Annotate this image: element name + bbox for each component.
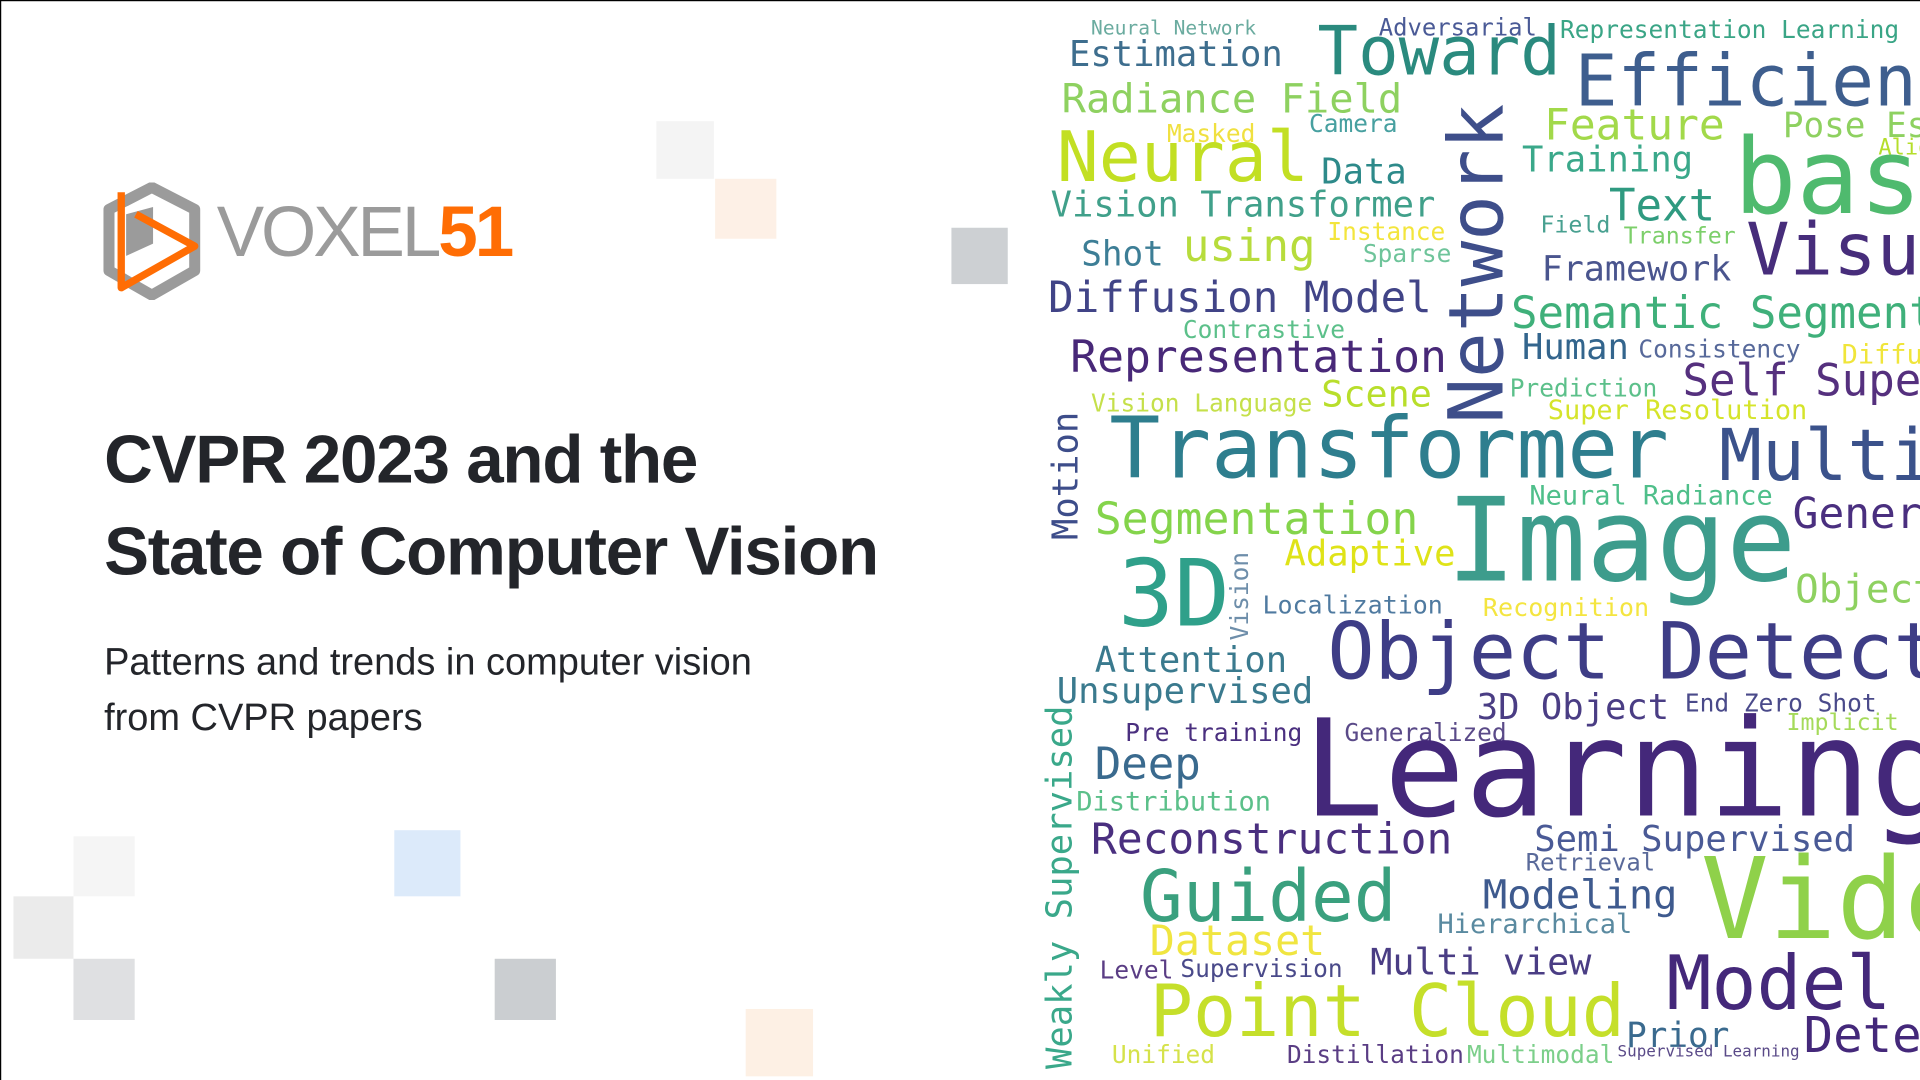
word-cloud-word: Transfer [1623, 223, 1736, 251]
word-cloud-word: Distillation [1286, 1039, 1464, 1069]
word-cloud-word: Unified [1111, 1039, 1216, 1069]
word-cloud-word: Adaptive [1284, 532, 1456, 575]
page-title-line-1: CVPR 2023 and the [104, 421, 698, 498]
word-cloud-word: Deep [1094, 739, 1201, 790]
decor-square [13, 896, 74, 959]
word-cloud-word: Framework [1541, 247, 1732, 290]
word-cloud-word: Generation [1792, 490, 1920, 540]
decor-square [656, 121, 714, 179]
logo-text-51: 51 [438, 192, 514, 272]
word-cloud: Neural Network Estimation Toward Adversaria… [1042, 1, 1920, 1080]
logo-text-voxel: VOXEL [216, 192, 442, 272]
word-cloud-word: Camera [1308, 108, 1398, 138]
word-cloud-word: Point Cloud [1149, 969, 1625, 1053]
decor-square [745, 1008, 814, 1077]
word-cloud-word: Motion [1044, 411, 1087, 541]
word-cloud-word: Object [1795, 565, 1920, 613]
decor-square [73, 836, 135, 897]
word-cloud-word: Multimodal [1466, 1039, 1615, 1069]
decor-square [715, 178, 777, 239]
word-cloud-word: Training [1522, 138, 1694, 181]
word-cloud-word: Adversarial [1378, 13, 1537, 42]
subtitle-line-1: Patterns and trends in computer vision [104, 640, 752, 684]
word-cloud-word: Image [1446, 473, 1797, 609]
subtitle-line-2: from CVPR papers [104, 695, 423, 739]
decor-square [73, 958, 135, 1021]
voxel51-logo-icon [103, 182, 201, 301]
word-cloud-word: 3D [1117, 538, 1231, 648]
word-cloud-word: Vision [1224, 551, 1254, 641]
word-cloud-word: Representation Learning [1560, 14, 1900, 44]
word-cloud-word: Hierarchical [1437, 910, 1633, 941]
word-cloud-word: using [1182, 221, 1316, 272]
slide: VOXEL51 CVPR 2023 and the State of Compu… [0, 0, 1920, 1080]
decor-square [951, 227, 1008, 285]
word-cloud-word: Visual [1746, 207, 1920, 292]
word-cloud-word: Human [1522, 325, 1629, 368]
voxel51-wordmark: VOXEL51 [217, 197, 514, 268]
word-cloud-word: Unsupervised [1056, 669, 1314, 712]
word-cloud-word: Detection [1803, 1007, 1920, 1065]
word-cloud-word: Network [1431, 103, 1521, 424]
word-cloud-word: Field [1540, 212, 1611, 240]
word-cloud-word: Video [1700, 833, 1920, 965]
word-cloud-word: Weakly Supervised [1042, 705, 1081, 1069]
word-cloud-word: Estimation [1068, 33, 1283, 75]
word-cloud-word: Neural [1056, 117, 1309, 198]
word-cloud-word: Object Detection [1327, 607, 1920, 699]
page-title-line-2: State of Computer Vision [104, 513, 879, 589]
decor-square [394, 830, 461, 897]
decor-square [494, 958, 556, 1021]
word-cloud-word: Shot [1081, 233, 1164, 274]
word-cloud-word: Distribution [1076, 787, 1271, 819]
word-cloud-word: Modeling [1482, 870, 1678, 918]
word-cloud-word: Text [1608, 180, 1716, 232]
word-cloud-word: Supervised Learning [1617, 1043, 1800, 1062]
